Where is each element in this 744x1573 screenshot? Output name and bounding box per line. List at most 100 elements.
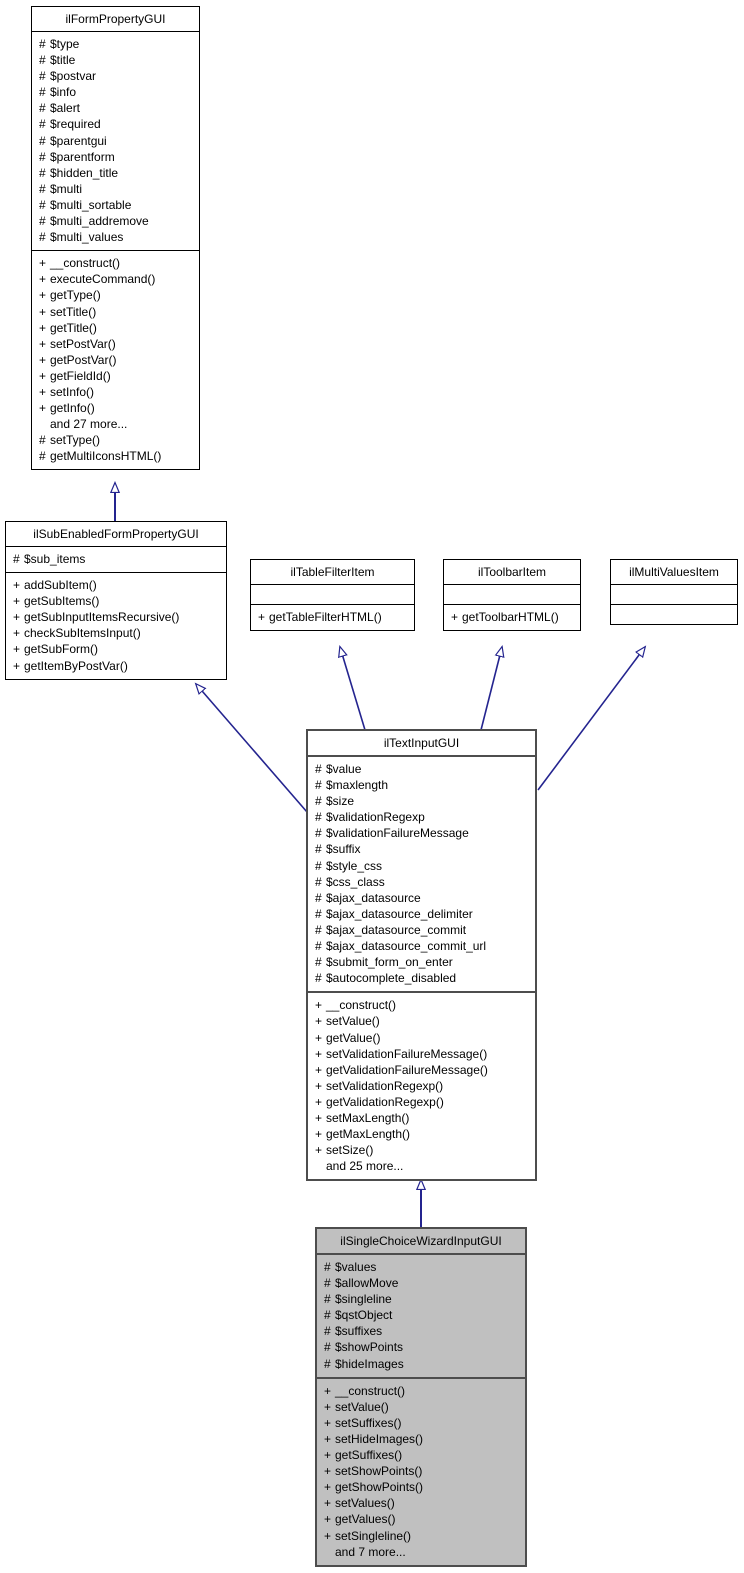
member-row: + getShowPoints(): [324, 1479, 519, 1495]
member-label: $value: [326, 762, 362, 776]
visibility-marker: #: [315, 778, 322, 793]
visibility-marker: +: [13, 626, 21, 641]
member-row: # getMultiIconsHTML(): [39, 448, 193, 464]
member-label: setSize(): [326, 1143, 374, 1158]
member-label: __construct(): [50, 256, 121, 271]
visibility-marker: +: [39, 288, 47, 303]
visibility-marker: #: [13, 552, 20, 566]
member-row: # $multi_sortable: [39, 197, 193, 213]
member-label: getTitle(): [50, 320, 97, 335]
member-row: # $validationRegexp: [315, 809, 529, 825]
member-label: $title: [50, 53, 76, 68]
member-label: checkSubItemsInput(): [24, 626, 141, 641]
member-label: $validationFailureMessage: [326, 826, 469, 841]
member-label: setPostVar(): [50, 336, 116, 351]
member-row: # $multi_values: [39, 229, 193, 245]
class-box-ilmultivaluesitem[interactable]: ilMultiValuesItem: [610, 559, 738, 625]
member-row: # $ajax_datasource_commit: [315, 922, 529, 938]
visibility-marker: +: [324, 1496, 332, 1511]
member-label: $alert: [50, 101, 81, 116]
member-label: getValidationRegexp(): [326, 1094, 444, 1109]
member-row: + getValue(): [315, 1030, 529, 1046]
methods-compartment: + __construct() + setValue() + setSuffixes() +…: [317, 1379, 525, 1565]
member-label: __construct(): [335, 1383, 406, 1398]
visibility-marker: #: [39, 197, 46, 212]
attributes-compartment: [611, 585, 737, 604]
visibility-marker: +: [324, 1431, 332, 1446]
member-label: $allowMove: [335, 1276, 399, 1291]
class-box-ilsubenabledformpropertygui[interactable]: ilSubEnabledFormPropertyGUI # $sub_items …: [5, 521, 227, 680]
visibility-marker: +: [315, 1143, 323, 1158]
visibility-marker: #: [315, 842, 322, 857]
member-row: + getTitle(): [39, 320, 193, 336]
member-label: getFieldId(): [50, 368, 111, 383]
member-row: + getPostVar(): [39, 352, 193, 368]
visibility-marker: +: [315, 1046, 323, 1061]
member-row: + executeCommand(): [39, 271, 193, 287]
visibility-marker: +: [39, 401, 47, 416]
edge-textinput-to-tablefilteritem: [340, 647, 366, 731]
member-label: setValues(): [335, 1496, 395, 1511]
member-row: + getFieldId(): [39, 368, 193, 384]
attributes-compartment: # $value # $maxlength # $size # $validationRege…: [308, 757, 535, 991]
visibility-marker: #: [324, 1340, 331, 1355]
member-row: # $required: [39, 116, 193, 132]
visibility-marker: +: [315, 1094, 323, 1109]
member-label: setValidationFailureMessage(): [326, 1046, 488, 1061]
visibility-marker: #: [39, 433, 46, 448]
visibility-marker: #: [39, 85, 46, 100]
visibility-marker: #: [315, 939, 322, 954]
member-row: + __construct(): [39, 255, 193, 271]
member-row: + getItemByPostVar(): [13, 658, 220, 674]
member-row: + getType(): [39, 287, 193, 303]
member-label: setHideImages(): [335, 1431, 424, 1446]
member-label: $ajax_datasource: [326, 890, 421, 905]
visibility-marker: #: [315, 810, 322, 825]
class-box-iltablefilteritem[interactable]: ilTableFilterItem + getTableFilterHTML(): [250, 559, 415, 632]
member-row: + checkSubItemsInput(): [13, 625, 220, 641]
visibility-marker: +: [315, 1127, 323, 1142]
visibility-marker: +: [324, 1480, 332, 1495]
class-title: ilSubEnabledFormPropertyGUI: [33, 527, 199, 541]
member-label: and 7 more...: [335, 1544, 406, 1559]
member-label: setValue(): [335, 1399, 389, 1414]
edge-textinput-to-multivaluesitem: [537, 647, 645, 791]
class-box-iltoolbaritem[interactable]: ilToolbarItem + getToolbarHTML(): [443, 559, 581, 632]
visibility-marker: #: [39, 181, 46, 196]
member-row: + getSubForm(): [13, 641, 220, 657]
visibility-marker: #: [324, 1324, 331, 1339]
member-label: setType(): [50, 433, 101, 448]
visibility-marker: +: [39, 368, 47, 383]
visibility-marker: +: [315, 1078, 323, 1093]
visibility-marker: +: [324, 1448, 332, 1463]
member-row: # $autocomplete_disabled: [315, 970, 529, 986]
visibility-marker: +: [315, 1014, 323, 1029]
visibility-marker: +: [451, 610, 459, 624]
visibility-marker: #: [315, 955, 322, 970]
class-box-ilsinglechoicewizardinputgui[interactable]: ilSingleChoiceWizardInputGUI # $values # $a…: [315, 1227, 527, 1567]
member-label: getMaxLength(): [326, 1127, 411, 1142]
member-label: $info: [50, 85, 77, 100]
member-label: getSubItems(): [24, 594, 100, 609]
class-box-ilformpropertygui[interactable]: ilFormPropertyGUI # $type # $title # $postvar…: [31, 6, 200, 471]
member-label: executeCommand(): [50, 272, 156, 287]
member-label: getSubInputItemsRecursive(): [24, 610, 180, 625]
member-label: $autocomplete_disabled: [326, 971, 457, 986]
member-row: # $type: [39, 36, 193, 52]
member-row: + setTitle(): [39, 304, 193, 320]
class-box-iltextinputgui[interactable]: ilTextInputGUI # $value # $maxlength # $size #…: [306, 729, 537, 1182]
visibility-marker: +: [315, 998, 323, 1013]
member-label: setValidationRegexp(): [326, 1078, 444, 1093]
member-row: # $parentgui: [39, 133, 193, 149]
member-row: + setSingleline(): [324, 1528, 519, 1544]
methods-compartment: + getToolbarHTML(): [444, 605, 580, 630]
visibility-marker: +: [324, 1512, 332, 1527]
member-label: getValues(): [335, 1512, 396, 1527]
member-row: # $css_class: [315, 874, 529, 890]
visibility-marker: #: [39, 133, 46, 148]
member-row: and 25 more...: [315, 1158, 529, 1174]
member-label: $singleline: [335, 1292, 392, 1307]
visibility-marker: +: [324, 1528, 332, 1543]
member-row: + getSuffixes(): [324, 1447, 519, 1463]
member-label: $multi: [50, 181, 83, 196]
